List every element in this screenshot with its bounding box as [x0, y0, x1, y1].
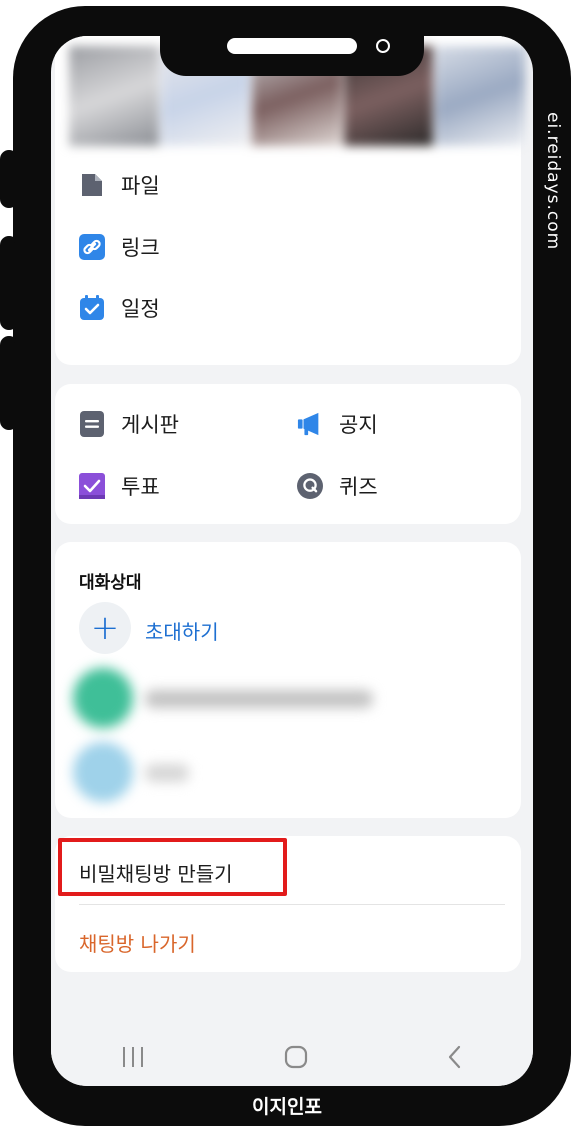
feature-label: 퀴즈: [339, 475, 378, 499]
watermark-bottom: 이지인포: [252, 1096, 322, 1118]
calendar-icon: [79, 295, 105, 321]
system-navbar: [51, 1032, 533, 1086]
menu-item-link[interactable]: 링크: [79, 232, 160, 262]
megaphone-icon: [297, 411, 323, 437]
side-button-1: [0, 150, 18, 208]
watermark-side: ei.reidays.com: [543, 112, 563, 251]
avatar[interactable]: [73, 742, 133, 802]
feature-label: 공지: [339, 413, 378, 437]
photos-section-title: 사진: [115, 36, 152, 39]
participant-name[interactable]: [145, 690, 373, 708]
link-icon: [79, 234, 105, 260]
media-card: 사진 파일 링크 일정: [55, 36, 525, 365]
participant-name[interactable]: [145, 764, 189, 782]
feature-label: 투표: [121, 475, 160, 499]
participants-title: 대화상대: [79, 573, 142, 593]
home-icon[interactable]: [284, 1045, 308, 1073]
invite-label[interactable]: 초대하기: [145, 616, 219, 645]
menu-item-calendar[interactable]: 일정: [79, 293, 160, 323]
feature-notice[interactable]: 공지: [297, 409, 378, 439]
highlight-box: [58, 838, 287, 896]
front-camera: [376, 39, 390, 53]
menu-item-label: 링크: [121, 236, 160, 260]
screen: 사진 파일 링크 일정: [51, 36, 533, 1086]
quiz-icon: [297, 473, 323, 499]
feature-board[interactable]: 게시판: [79, 409, 179, 439]
feature-label: 게시판: [121, 413, 179, 437]
recent-apps-icon[interactable]: [121, 1046, 145, 1072]
file-icon: [79, 172, 105, 198]
leave-chat-button[interactable]: 채팅방 나가기: [79, 928, 196, 957]
participants-card: 대화상대 + 초대하기: [55, 542, 521, 818]
vote-icon: [79, 473, 105, 499]
divider: [79, 904, 505, 905]
feature-quiz[interactable]: 퀴즈: [297, 471, 378, 501]
side-button-2: [0, 236, 18, 330]
menu-item-label: 일정: [121, 297, 160, 321]
board-icon: [79, 411, 105, 437]
plus-icon: +: [90, 608, 120, 648]
side-button-3: [0, 336, 18, 430]
back-icon[interactable]: [447, 1045, 463, 1073]
feature-vote[interactable]: 투표: [79, 471, 160, 501]
features-card: 게시판 공지 투표 퀴즈: [55, 384, 521, 524]
menu-item-label: 파일: [121, 174, 160, 198]
menu-item-file[interactable]: 파일: [79, 170, 160, 200]
speaker: [227, 38, 357, 54]
avatar[interactable]: [73, 668, 133, 728]
invite-button[interactable]: +: [79, 602, 131, 654]
